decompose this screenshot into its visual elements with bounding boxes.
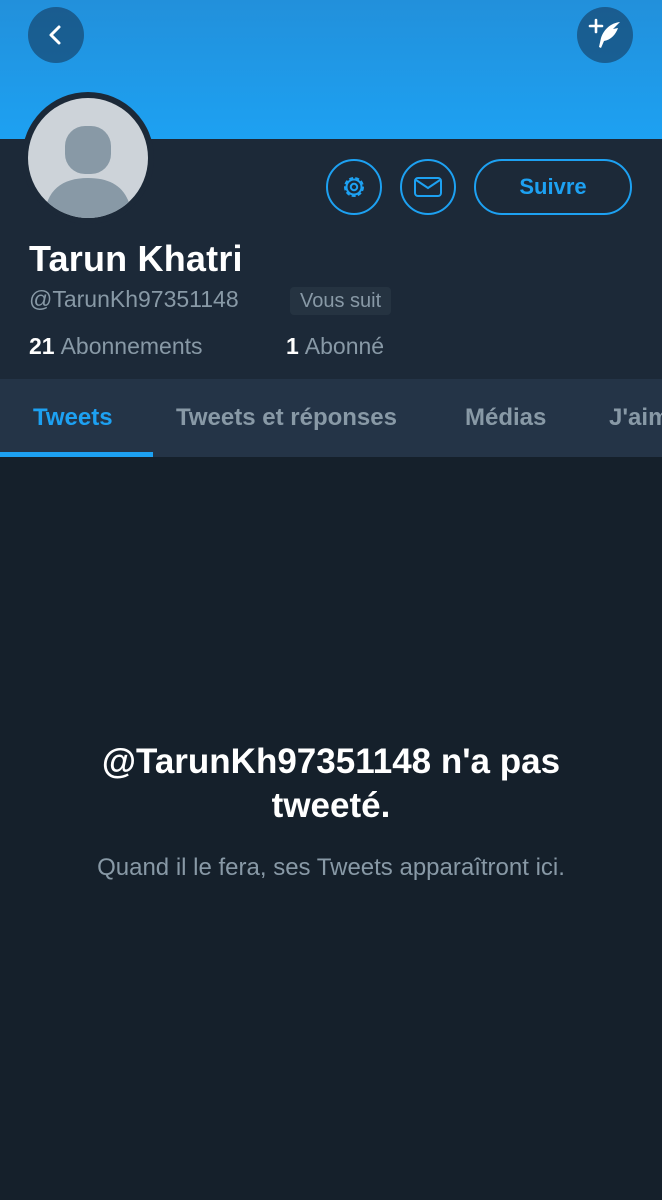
tab-tweets[interactable]: Tweets (33, 379, 113, 457)
settings-button[interactable] (326, 159, 382, 215)
tab-tweets-and-replies[interactable]: Tweets et réponses (176, 379, 397, 457)
follows-you-badge: Vous suit (290, 287, 392, 315)
avatar[interactable] (22, 92, 154, 224)
empty-state-title: @TarunKh97351148 n'a pas tweeté. (101, 742, 561, 825)
tab-media[interactable]: Médias (465, 379, 546, 457)
following-count: 21 (29, 333, 55, 359)
user-handle: @TarunKh97351148 (29, 286, 239, 312)
back-button[interactable] (28, 7, 84, 63)
default-avatar-icon (44, 126, 132, 218)
compose-tweet-icon (588, 18, 620, 48)
follow-button[interactable]: Suivre (474, 159, 632, 215)
active-tab-indicator (0, 452, 153, 457)
display-name: Tarun Khatri (29, 238, 243, 279)
message-button[interactable] (400, 159, 456, 215)
following-stat[interactable]: 21 Abonnements (29, 333, 203, 360)
followers-stat[interactable]: 1 Abonné (286, 333, 384, 360)
followers-label: Abonné (304, 333, 385, 359)
empty-state-subtitle: Quand il le fera, ses Tweets apparaîtron… (97, 854, 565, 881)
gear-icon (344, 177, 364, 197)
tab-likes[interactable]: J'aime (609, 379, 662, 457)
compose-tweet-button[interactable] (577, 7, 633, 63)
profile-tabs: Tweets Tweets et réponses Médias J'aime (0, 379, 662, 457)
following-label: Abonnements (60, 333, 203, 359)
envelope-icon (414, 177, 442, 197)
followers-count: 1 (286, 333, 299, 359)
chevron-left-icon (49, 25, 61, 45)
